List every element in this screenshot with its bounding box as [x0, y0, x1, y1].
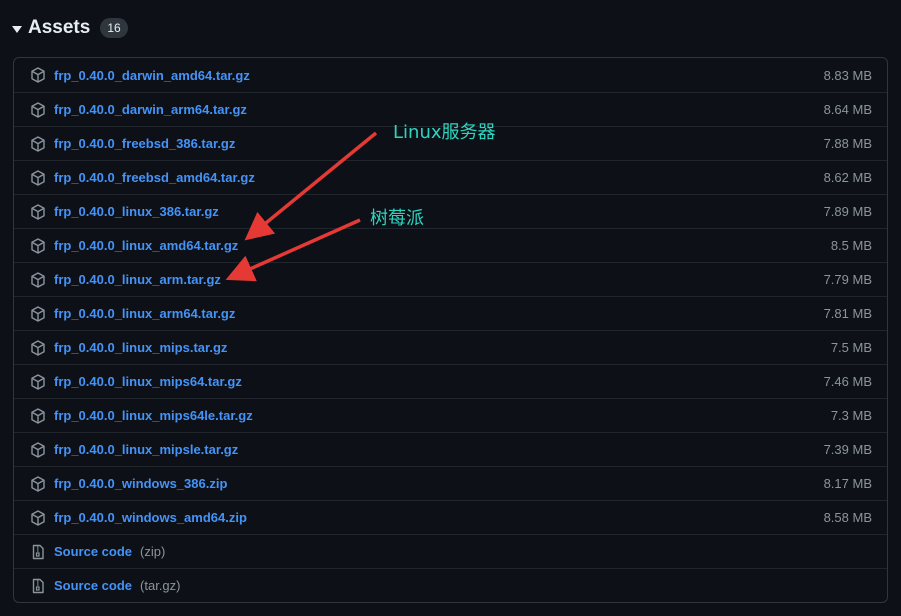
asset-size: 7.46 MB — [823, 374, 872, 389]
asset-row: frp_0.40.0_windows_amd64.zip 8.58 MB — [14, 500, 887, 534]
asset-size: 8.5 MB — [830, 238, 872, 253]
asset-row: frp_0.40.0_linux_mips64.tar.gz 7.46 MB — [14, 364, 887, 398]
assets-count-badge: 16 — [100, 18, 128, 38]
release-assets-page: Assets 16 frp_0.40.0_darwin_amd64.tar.gz… — [0, 0, 901, 616]
asset-size: 7.3 MB — [830, 408, 872, 423]
asset-size: 8.17 MB — [823, 476, 872, 491]
asset-size: 7.88 MB — [823, 136, 872, 151]
asset-size: 8.64 MB — [823, 102, 872, 117]
package-icon — [29, 237, 47, 255]
asset-link[interactable]: frp_0.40.0_linux_mips64.tar.gz — [54, 374, 242, 389]
asset-size: 7.81 MB — [823, 306, 872, 321]
asset-size: 7.79 MB — [823, 272, 872, 287]
asset-size: 8.58 MB — [823, 510, 872, 525]
source-code-row: Source code (tar.gz) — [14, 568, 887, 602]
asset-link[interactable]: frp_0.40.0_linux_mips64le.tar.gz — [54, 408, 253, 423]
source-code-link[interactable]: Source code — [54, 578, 132, 593]
package-icon — [29, 441, 47, 459]
package-icon — [29, 169, 47, 187]
package-icon — [29, 101, 47, 119]
asset-link[interactable]: frp_0.40.0_darwin_amd64.tar.gz — [54, 68, 250, 83]
file-zip-icon — [29, 577, 47, 595]
asset-row: frp_0.40.0_linux_mips.tar.gz 7.5 MB — [14, 330, 887, 364]
asset-size: 8.62 MB — [823, 170, 872, 185]
asset-row: frp_0.40.0_linux_arm64.tar.gz 7.81 MB — [14, 296, 887, 330]
asset-link[interactable]: frp_0.40.0_freebsd_amd64.tar.gz — [54, 170, 255, 185]
package-icon — [29, 339, 47, 357]
asset-row: frp_0.40.0_linux_mips64le.tar.gz 7.3 MB — [14, 398, 887, 432]
package-icon — [29, 509, 47, 527]
asset-link[interactable]: frp_0.40.0_linux_mips.tar.gz — [54, 340, 227, 355]
asset-row: frp_0.40.0_freebsd_amd64.tar.gz 8.62 MB — [14, 160, 887, 194]
package-icon — [29, 66, 47, 84]
asset-link[interactable]: frp_0.40.0_darwin_arm64.tar.gz — [54, 102, 247, 117]
asset-link[interactable]: frp_0.40.0_freebsd_386.tar.gz — [54, 136, 235, 151]
asset-link[interactable]: frp_0.40.0_windows_386.zip — [54, 476, 227, 491]
package-icon — [29, 305, 47, 323]
source-code-link[interactable]: Source code — [54, 544, 132, 559]
source-code-format: (tar.gz) — [140, 578, 181, 593]
annotation-raspberry-pi: 树莓派 — [370, 208, 424, 229]
asset-link[interactable]: frp_0.40.0_linux_arm64.tar.gz — [54, 306, 235, 321]
package-icon — [29, 407, 47, 425]
source-code-row: Source code (zip) — [14, 534, 887, 568]
asset-link[interactable]: frp_0.40.0_linux_mipsle.tar.gz — [54, 442, 238, 457]
asset-size: 8.83 MB — [823, 67, 872, 83]
asset-row: frp_0.40.0_linux_mipsle.tar.gz 7.39 MB — [14, 432, 887, 466]
asset-size: 7.5 MB — [830, 340, 872, 355]
caret-down-icon — [12, 25, 22, 33]
asset-row: frp_0.40.0_linux_amd64.tar.gz 8.5 MB — [14, 228, 887, 262]
assets-toggle[interactable]: Assets 16 — [12, 14, 128, 42]
asset-link[interactable]: frp_0.40.0_linux_arm.tar.gz — [54, 272, 221, 287]
package-icon — [29, 135, 47, 153]
asset-link[interactable]: frp_0.40.0_linux_amd64.tar.gz — [54, 238, 238, 253]
package-icon — [29, 203, 47, 221]
asset-row: frp_0.40.0_darwin_amd64.tar.gz 8.83 MB — [14, 58, 887, 92]
file-zip-icon — [29, 543, 47, 561]
asset-size: 7.39 MB — [823, 442, 872, 457]
asset-row: frp_0.40.0_windows_386.zip 8.17 MB — [14, 466, 887, 500]
package-icon — [29, 373, 47, 391]
package-icon — [29, 271, 47, 289]
assets-title: Assets — [28, 17, 91, 38]
asset-size: 7.89 MB — [823, 204, 872, 219]
asset-link[interactable]: frp_0.40.0_windows_amd64.zip — [54, 510, 247, 525]
asset-row: frp_0.40.0_linux_386.tar.gz 7.89 MB — [14, 194, 887, 228]
asset-link[interactable]: frp_0.40.0_linux_386.tar.gz — [54, 204, 219, 219]
package-icon — [29, 475, 47, 493]
asset-row: frp_0.40.0_linux_arm.tar.gz 7.79 MB — [14, 262, 887, 296]
source-code-format: (zip) — [140, 544, 166, 559]
annotation-linux-server: Linux服务器 — [393, 122, 496, 143]
